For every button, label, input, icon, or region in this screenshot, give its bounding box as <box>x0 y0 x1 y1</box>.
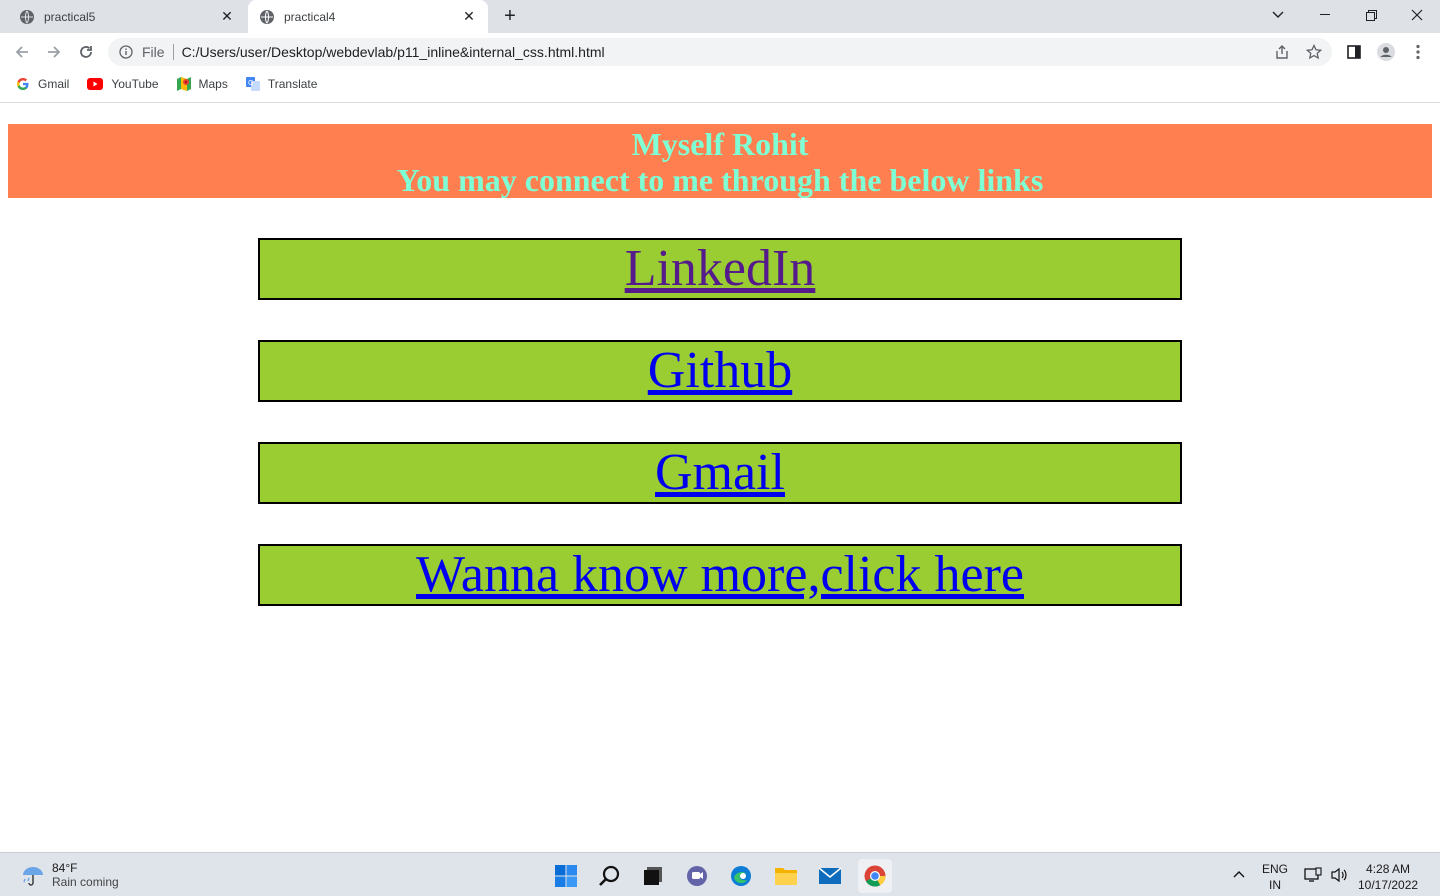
close-tab-icon[interactable]: ✕ <box>220 8 234 24</box>
language-indicator[interactable]: ENG IN <box>1262 861 1288 893</box>
bookmark-star-icon[interactable] <box>1302 40 1326 64</box>
minimize-icon[interactable] <box>1302 0 1348 30</box>
bookmark-label: Gmail <box>38 77 70 91</box>
linkedin-link[interactable]: LinkedIn <box>625 240 816 297</box>
maps-icon <box>176 77 191 91</box>
clock-time: 4:28 AM <box>1366 862 1411 876</box>
clock-date: 10/17/2022 <box>1358 878 1419 892</box>
tab-strip: practical5 ✕ practical4 ✕ + <box>0 0 1440 33</box>
rain-umbrella-icon <box>20 862 46 888</box>
globe-icon <box>260 9 274 24</box>
bookmark-maps[interactable]: Maps <box>176 77 228 91</box>
bookmark-label: Maps <box>198 77 228 91</box>
tab-search-chevron-icon[interactable] <box>1255 0 1301 30</box>
bookmark-gmail[interactable]: Gmail <box>16 77 69 91</box>
side-panel-icon[interactable] <box>1342 40 1366 64</box>
restore-icon[interactable] <box>1348 0 1394 30</box>
bookmark-translate[interactable]: G Translate <box>245 77 318 91</box>
clock[interactable]: 4:28 AM 10/17/2022 <box>1358 861 1418 893</box>
chrome-icon[interactable] <box>858 859 892 893</box>
edge-icon[interactable] <box>724 859 758 893</box>
task-view-icon[interactable] <box>636 859 670 893</box>
know-more-link-box: Wanna know more,click here <box>258 544 1182 606</box>
github-link-box: Github <box>258 340 1182 402</box>
svg-text:G: G <box>248 79 253 87</box>
gmail-link[interactable]: Gmail <box>655 444 785 501</box>
windows-start-icon[interactable] <box>549 859 583 893</box>
teams-chat-icon[interactable] <box>680 859 714 893</box>
volume-icon[interactable] <box>1330 867 1348 887</box>
weather-temp: 84°F <box>52 861 78 875</box>
new-tab-button[interactable]: + <box>500 6 520 26</box>
back-arrow-icon[interactable] <box>10 40 34 64</box>
tray-chevron-icon[interactable] <box>1232 867 1246 883</box>
language-line1: ENG <box>1262 862 1289 876</box>
windows-taskbar: 84°F Rain coming ENG IN 4:28 AM 10/17/20… <box>0 852 1440 896</box>
banner-heading: Myself Rohit <box>631 126 809 162</box>
linkedin-link-box: LinkedIn <box>258 238 1182 300</box>
reload-icon[interactable] <box>74 40 98 64</box>
file-explorer-icon[interactable] <box>769 859 803 893</box>
weather-condition: Rain coming <box>52 875 119 889</box>
banner-subheading: You may connect to me through the below … <box>396 162 1044 198</box>
know-more-link[interactable]: Wanna know more,click here <box>416 546 1024 603</box>
close-window-icon[interactable] <box>1394 0 1440 30</box>
more-menu-icon[interactable] <box>1406 40 1430 64</box>
youtube-icon <box>87 77 104 91</box>
bookmark-label: Translate <box>267 77 318 91</box>
browser-chrome: practical5 ✕ practical4 ✕ + File C:/User… <box>0 0 1440 103</box>
scheme-label: File <box>142 44 165 60</box>
tab-practical4[interactable]: practical4 ✕ <box>248 0 488 33</box>
network-icon[interactable] <box>1304 867 1322 887</box>
intro-banner: Myself Rohit You may connect to me throu… <box>8 124 1432 198</box>
google-icon <box>16 77 30 91</box>
search-icon[interactable] <box>593 859 627 893</box>
web-page-content: Myself Rohit You may connect to me throu… <box>0 103 1440 852</box>
tab-title: practical4 <box>284 9 336 24</box>
globe-icon <box>20 9 34 24</box>
gmail-link-box: Gmail <box>258 442 1182 504</box>
language-line2: IN <box>1269 878 1281 892</box>
forward-arrow-icon[interactable] <box>42 40 66 64</box>
tab-title: practical5 <box>44 9 96 24</box>
translate-icon: G <box>245 77 260 91</box>
bookmark-youtube[interactable]: YouTube <box>87 77 159 91</box>
profile-avatar-icon[interactable] <box>1374 40 1398 64</box>
bookmarks-bar: Gmail YouTube Maps G Translate <box>0 71 1440 97</box>
browser-toolbar: File C:/Users/user/Desktop/webdevlab/p11… <box>0 33 1440 71</box>
info-icon[interactable] <box>118 44 134 60</box>
weather-widget[interactable]: 84°F Rain coming <box>20 861 119 889</box>
github-link[interactable]: Github <box>648 342 792 399</box>
close-tab-icon[interactable]: ✕ <box>462 8 476 24</box>
address-bar[interactable]: File C:/Users/user/Desktop/webdevlab/p11… <box>108 38 1332 66</box>
divider <box>172 44 174 60</box>
mail-icon[interactable] <box>813 859 847 893</box>
bookmark-label: YouTube <box>111 77 159 91</box>
tab-practical5[interactable]: practical5 ✕ <box>0 0 246 33</box>
share-icon[interactable] <box>1270 40 1294 64</box>
url-text[interactable]: C:/Users/user/Desktop/webdevlab/p11_inli… <box>182 44 605 60</box>
